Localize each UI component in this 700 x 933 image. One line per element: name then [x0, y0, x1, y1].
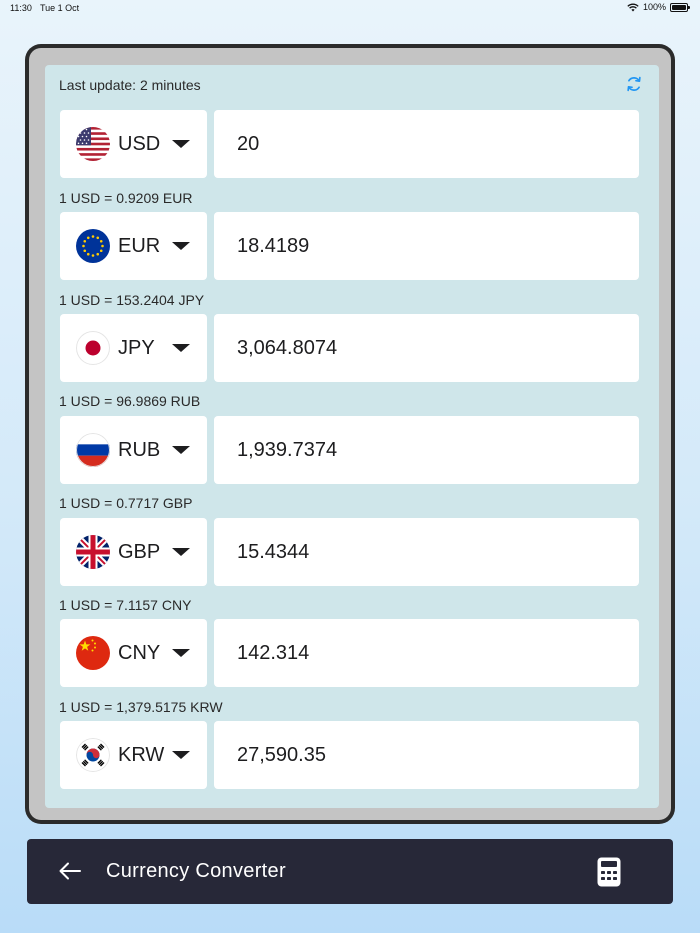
app-title: Currency Converter	[106, 860, 286, 882]
amount-value: 15.4344	[237, 540, 310, 563]
amount-input-krw[interactable]: 27,590.35	[214, 721, 639, 789]
status-date: Tue 1 Oct	[40, 3, 80, 13]
uk-flag-icon	[76, 535, 110, 569]
caret-down-icon	[172, 446, 190, 454]
rate-label-rub: 1 USD = 96.9869 RUB	[59, 393, 201, 409]
converter-frame: Last update: 2 minutes USD 20 1 USD = 0.…	[25, 44, 675, 824]
calculator-icon[interactable]	[597, 857, 621, 887]
rate-label-gbp: 1 USD = 0.7717 GBP	[59, 495, 193, 511]
currency-select-usd[interactable]: USD	[60, 110, 207, 178]
amount-input-usd[interactable]: 20	[214, 110, 639, 178]
rate-label-cny: 1 USD = 7.1157 CNY	[59, 597, 192, 613]
currency-code: JPY	[118, 336, 155, 359]
status-right: 100%	[627, 2, 690, 12]
battery-percent: 100%	[642, 2, 666, 12]
currency-code: GBP	[118, 540, 161, 563]
currency-select-cny[interactable]: CNY	[60, 619, 207, 687]
amount-input-jpy[interactable]: 3,064.8074	[214, 314, 639, 382]
caret-down-icon	[172, 751, 190, 759]
currency-row-usd: USD 20	[60, 110, 640, 178]
caret-down-icon	[172, 548, 190, 556]
amount-value: 1,939.7374	[237, 438, 338, 461]
currency-code: CNY	[118, 641, 161, 664]
last-update-label: Last update: 2 minutes	[59, 77, 201, 93]
currency-row-gbp: GBP 15.4344	[60, 518, 640, 586]
amount-input-cny[interactable]: 142.314	[214, 619, 639, 687]
amount-value: 142.314	[237, 641, 310, 664]
currency-row-jpy: JPY 3,064.8074	[60, 314, 640, 382]
us-flag-icon	[76, 127, 110, 161]
battery-icon	[670, 2, 690, 12]
currency-select-eur[interactable]: EUR	[60, 212, 207, 280]
caret-down-icon	[172, 242, 190, 250]
korea-flag-icon	[76, 738, 110, 772]
russia-flag-icon	[76, 433, 110, 467]
caret-down-icon	[172, 344, 190, 352]
amount-value: 3,064.8074	[237, 336, 338, 359]
currency-select-rub[interactable]: RUB	[60, 416, 207, 484]
currency-row-cny: CNY 142.314	[60, 619, 640, 687]
china-flag-icon	[76, 636, 110, 670]
caret-down-icon	[172, 649, 190, 657]
arrow-left-icon[interactable]	[59, 861, 81, 881]
refresh-icon[interactable]	[625, 75, 643, 93]
status-bar: 11:30 Tue 1 Oct 100%	[0, 0, 700, 16]
amount-value: 18.4189	[237, 234, 310, 257]
currency-select-gbp[interactable]: GBP	[60, 518, 207, 586]
rate-label-eur: 1 USD = 0.9209 EUR	[59, 190, 193, 206]
rate-label-jpy: 1 USD = 153.2404 JPY	[59, 292, 205, 308]
currency-code: KRW	[118, 743, 165, 766]
app-bar: Currency Converter	[27, 839, 673, 904]
amount-value: 27,590.35	[237, 743, 326, 766]
status-time: 11:30	[10, 3, 32, 13]
rate-label-krw: 1 USD = 1,379.5175 KRW	[59, 699, 223, 715]
amount-input-rub[interactable]: 1,939.7374	[214, 416, 639, 484]
currency-row-krw: KRW 27,590.35	[60, 721, 640, 789]
eu-flag-icon	[76, 229, 110, 263]
currency-code: USD	[118, 132, 161, 155]
currency-row-eur: EUR 18.4189	[60, 212, 640, 280]
converter-panel: Last update: 2 minutes USD 20 1 USD = 0.…	[45, 65, 659, 808]
amount-value: 20	[237, 132, 260, 155]
currency-select-krw[interactable]: KRW	[60, 721, 207, 789]
currency-row-rub: RUB 1,939.7374	[60, 416, 640, 484]
currency-select-jpy[interactable]: JPY	[60, 314, 207, 382]
amount-input-eur[interactable]: 18.4189	[214, 212, 639, 280]
currency-code: RUB	[118, 438, 161, 461]
wifi-icon	[627, 3, 639, 11]
japan-flag-icon	[76, 331, 110, 365]
currency-code: EUR	[118, 234, 161, 257]
amount-input-gbp[interactable]: 15.4344	[214, 518, 639, 586]
converter-frame-inner: Last update: 2 minutes USD 20 1 USD = 0.…	[29, 48, 671, 820]
caret-down-icon	[172, 140, 190, 148]
